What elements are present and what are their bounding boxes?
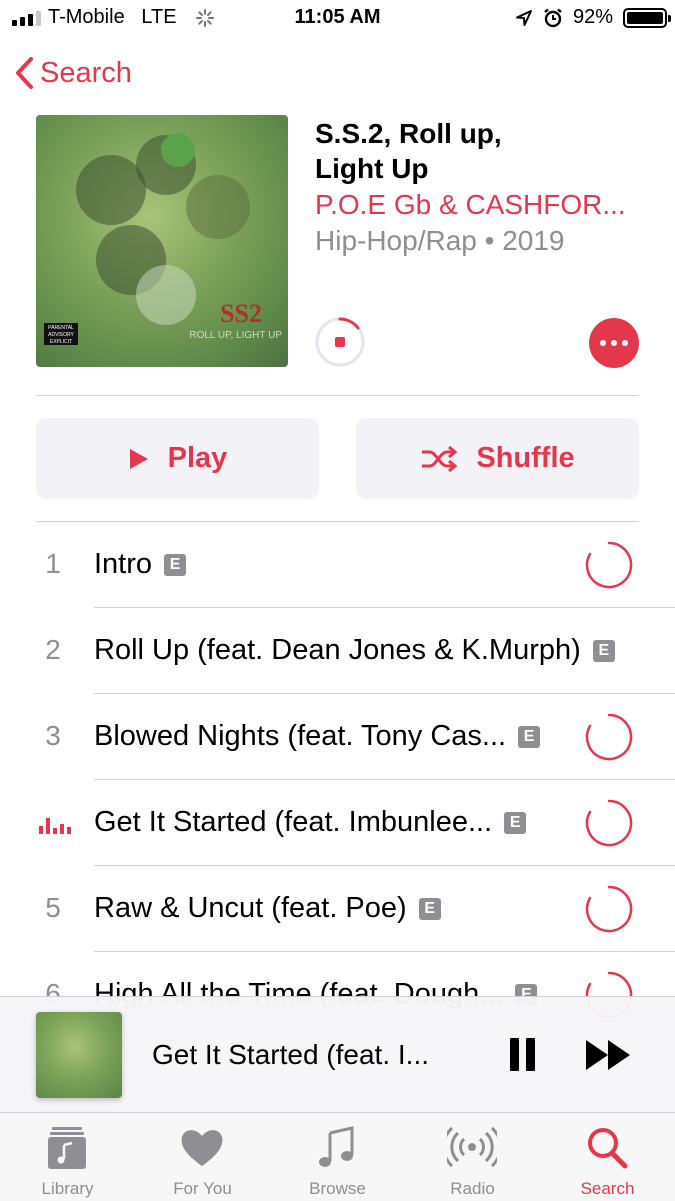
album-title-line2: Light Up xyxy=(315,153,429,184)
track-number: 1 xyxy=(45,548,61,579)
track-title: Raw & Uncut (feat. Poe) E xyxy=(94,892,441,925)
album-title-line1: S.S.2, Roll up, xyxy=(315,118,502,149)
heart-icon xyxy=(181,1130,223,1166)
shuffle-label: Shuffle xyxy=(476,442,575,474)
track-title-text: Raw & Uncut (feat. Poe) xyxy=(94,892,407,924)
battery-icon xyxy=(623,7,671,28)
tab-library[interactable]: Library xyxy=(0,1113,135,1201)
track-title: Get It Started (feat. Imbunlee... E xyxy=(94,806,527,839)
track-row-now-playing[interactable]: Get It Started (feat. Imbunlee... E xyxy=(0,780,675,866)
header-divider xyxy=(36,395,639,396)
album-genre-year: Hip-Hop/Rap • 2019 xyxy=(315,225,565,256)
download-spinner-icon[interactable] xyxy=(584,884,634,934)
tab-label: Search xyxy=(580,1179,635,1198)
track-number: 5 xyxy=(45,892,61,923)
mini-player[interactable]: Get It Started (feat. I... xyxy=(0,996,675,1113)
parental-advisory-logo: PARENTAL ADVISORY EXPLICIT xyxy=(44,323,78,345)
alarm-icon xyxy=(544,8,562,27)
explicit-badge: E xyxy=(592,639,615,662)
track-title: Roll Up (feat. Dean Jones & K.Murph) E xyxy=(94,634,615,667)
tab-search[interactable]: Search xyxy=(540,1113,675,1201)
track-row[interactable]: 2 Roll Up (feat. Dean Jones & K.Murph) E xyxy=(0,608,675,694)
track-number: 2 xyxy=(45,634,61,665)
album-artist[interactable]: P.O.E Gb & CASHFOR... xyxy=(315,189,655,221)
tab-bar: Library For You Browse Radio Search xyxy=(0,1112,675,1201)
play-button[interactable]: Play xyxy=(36,418,319,499)
cover-title: SS2 xyxy=(220,299,262,328)
shuffle-icon xyxy=(422,445,458,472)
more-dot-icon xyxy=(611,340,617,346)
back-button[interactable]: Search xyxy=(14,56,132,90)
track-title: Intro E xyxy=(94,548,187,581)
tab-label: Browse xyxy=(309,1179,366,1198)
mini-player-title[interactable]: Get It Started (feat. I... xyxy=(152,1039,429,1071)
tab-for-you[interactable]: For You xyxy=(135,1113,270,1201)
pause-button[interactable] xyxy=(510,1038,535,1071)
status-right: 92% xyxy=(515,6,671,29)
track-title-text: Intro xyxy=(94,548,153,580)
status-bar: T-Mobile LTE 11:05 AM 92% xyxy=(0,0,675,38)
radio-icon xyxy=(447,1126,497,1168)
play-label: Play xyxy=(167,442,228,474)
download-progress-icon[interactable] xyxy=(315,317,365,367)
shuffle-button[interactable]: Shuffle xyxy=(356,418,639,499)
track-row[interactable]: 3 Blowed Nights (feat. Tony Cas... E xyxy=(0,694,675,780)
search-icon xyxy=(588,1128,628,1169)
track-row[interactable]: 5 Raw & Uncut (feat. Poe) E xyxy=(0,866,675,952)
explicit-badge: E xyxy=(518,725,541,748)
track-number: 3 xyxy=(45,720,61,751)
library-icon xyxy=(48,1127,86,1169)
album-title: S.S.2, Roll up, Light Up xyxy=(315,116,655,186)
back-label: Search xyxy=(40,56,132,89)
tab-label: Radio xyxy=(450,1179,495,1198)
album-cover[interactable]: PARENTAL ADVISORY EXPLICIT SS2 ROLL UP, LI… xyxy=(36,115,288,367)
explicit-badge: E xyxy=(164,553,187,576)
pause-bar xyxy=(526,1038,535,1071)
tab-label: Library xyxy=(41,1179,94,1198)
more-dot-icon xyxy=(622,340,628,346)
now-playing-icon xyxy=(39,818,71,834)
mini-player-artwork[interactable] xyxy=(36,1012,122,1098)
track-title-text: Get It Started (feat. Imbunlee... xyxy=(94,806,493,838)
explicit-badge: E xyxy=(504,811,527,834)
track-title: Blowed Nights (feat. Tony Cas... E xyxy=(94,720,541,753)
track-title-text: Blowed Nights (feat. Tony Cas... xyxy=(94,720,507,752)
pause-bar xyxy=(510,1038,519,1071)
tab-browse[interactable]: Browse xyxy=(270,1113,405,1201)
download-spinner-icon[interactable] xyxy=(584,540,634,590)
fast-forward-icon[interactable] xyxy=(584,1038,634,1072)
location-icon xyxy=(515,9,532,26)
cover-subtitle: ROLL UP, LIGHT UP xyxy=(189,330,282,341)
battery-percent: 92% xyxy=(572,6,613,28)
explicit-badge: E xyxy=(418,897,441,920)
download-spinner-icon[interactable] xyxy=(584,798,634,848)
more-button[interactable] xyxy=(589,318,639,368)
tab-radio[interactable]: Radio xyxy=(405,1113,540,1201)
chevron-left-icon xyxy=(16,57,33,89)
track-row[interactable]: 1 Intro E xyxy=(0,522,675,608)
download-spinner-icon[interactable] xyxy=(584,712,634,762)
more-dot-icon xyxy=(600,340,606,346)
track-title-text: Roll Up (feat. Dean Jones & K.Murph) xyxy=(94,634,581,666)
music-note-icon xyxy=(319,1126,354,1167)
play-icon xyxy=(129,448,148,469)
tab-label: For You xyxy=(173,1179,232,1198)
